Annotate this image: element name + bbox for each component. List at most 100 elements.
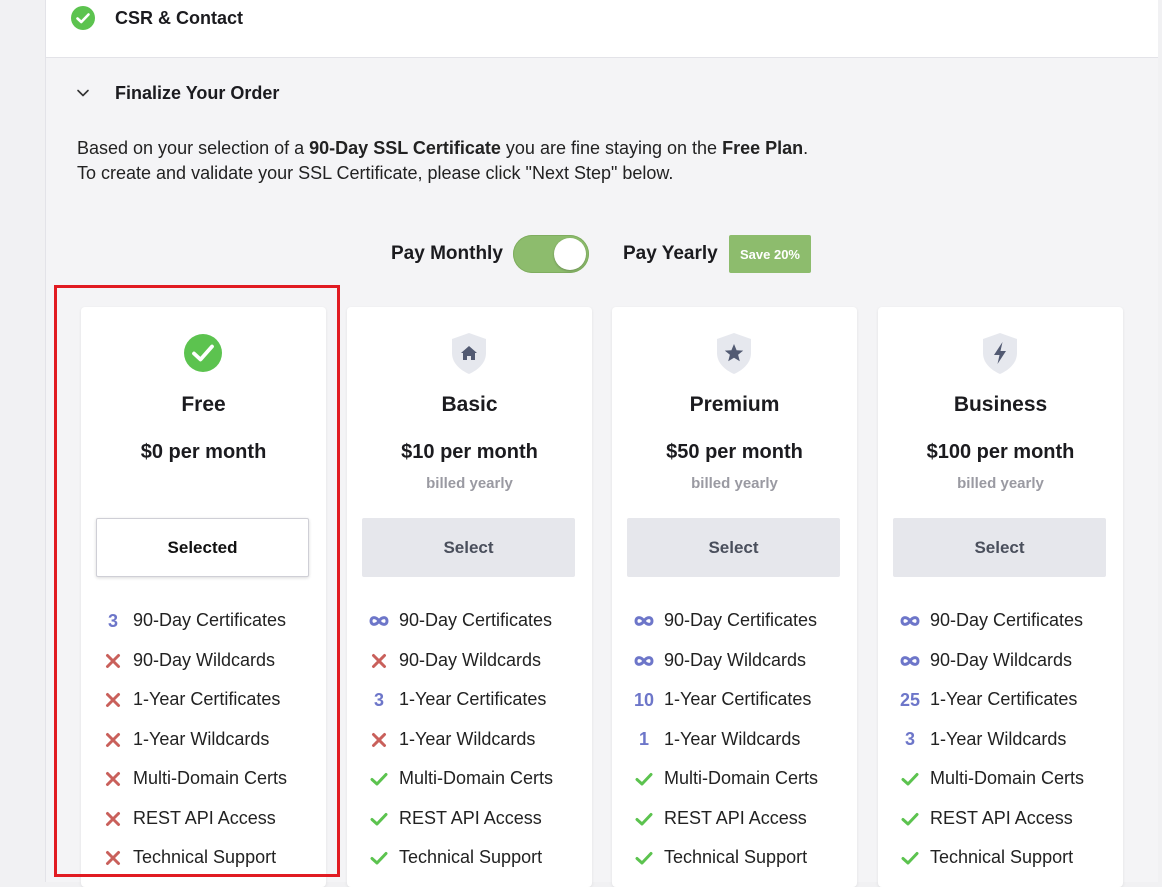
check-icon	[367, 767, 391, 791]
feature-label: REST API Access	[133, 807, 276, 828]
toggle-knob[interactable]	[554, 238, 586, 270]
plan-card-premium: Premium $50 per month billed yearly Sele…	[612, 307, 857, 887]
infinity-icon	[898, 609, 922, 633]
feature-item: 25 1-Year Certificates	[878, 686, 1123, 726]
desc-text: Based on your selection of a	[77, 138, 310, 158]
step-csr-contact[interactable]: CSR & Contact	[46, 0, 1158, 58]
check-icon	[367, 846, 391, 870]
check-icon	[632, 807, 656, 831]
billing-toggle-row: Pay Monthly Pay Yearly Save 20%	[46, 233, 1158, 275]
step-title-finalize[interactable]: Finalize Your Order	[115, 83, 279, 104]
infinity-icon	[632, 649, 656, 673]
description-line-1: Based on your selection of a 90-Day SSL …	[77, 136, 808, 161]
feature-list: 90-Day Certificates 90-Day Wildcards 10 1-Y…	[612, 607, 857, 884]
pay-yearly-label[interactable]: Pay Yearly	[623, 243, 718, 265]
step-title-done: CSR & Contact	[115, 8, 244, 28]
shield-bolt-icon	[983, 333, 1017, 374]
save-badge: Save 20%	[729, 235, 811, 273]
feature-label: 1-Year Certificates	[399, 689, 547, 709]
plan-name: Business	[953, 393, 1048, 416]
check-icon	[632, 767, 656, 791]
cross-icon	[367, 649, 391, 673]
cross-icon	[101, 728, 125, 752]
plan-price: $10 per month	[401, 441, 538, 463]
feature-count: 10	[633, 689, 655, 710]
feature-item: Multi-Domain Certs	[612, 765, 857, 805]
feature-label: 90-Day Wildcards	[664, 649, 807, 670]
feature-label: 1-Year Certificates	[930, 689, 1078, 709]
feature-label: REST API Access	[664, 807, 807, 828]
feature-item: 1-Year Wildcards	[81, 726, 326, 766]
cross-icon	[101, 767, 125, 791]
cross-icon	[101, 649, 125, 673]
feature-label: 1-Year Wildcards	[399, 728, 536, 749]
feature-label: Multi-Domain Certs	[930, 768, 1085, 788]
feature-list: 90-Day Certificates 90-Day Wildcards 3 1-Ye…	[347, 607, 592, 884]
feature-label: 1-Year Certificates	[664, 689, 812, 709]
check-circle-icon	[71, 6, 95, 30]
feature-label: Multi-Domain Certs	[399, 768, 554, 788]
selected-button[interactable]: Selected	[96, 518, 309, 577]
plan-name: Free	[181, 393, 226, 416]
feature-label: Technical Support	[664, 847, 808, 867]
feature-label: 90-Day Certificates	[930, 610, 1084, 630]
feature-label: Technical Support	[133, 847, 277, 867]
plan-price: $50 per month	[666, 441, 803, 463]
feature-label: Multi-Domain Certs	[664, 768, 819, 788]
feature-item: 90-Day Certificates	[612, 607, 857, 647]
feature-label: REST API Access	[399, 807, 542, 828]
check-icon	[367, 807, 391, 831]
feature-label: 1-Year Certificates	[133, 689, 281, 709]
select-button-premium[interactable]: Select	[627, 518, 840, 577]
plan-price: $100 per month	[926, 441, 1075, 463]
shield-star-icon	[717, 333, 751, 374]
feature-item: 1 1-Year Wildcards	[612, 726, 857, 766]
feature-item: REST API Access	[347, 805, 592, 845]
feature-count: 3	[107, 610, 118, 631]
feature-item: 3 1-Year Certificates	[347, 686, 592, 726]
select-button-business[interactable]: Select	[893, 518, 1106, 577]
feature-item: Technical Support	[347, 844, 592, 884]
pay-monthly-label[interactable]: Pay Monthly	[391, 243, 503, 265]
desc-text: .	[803, 138, 809, 158]
feature-item: 90-Day Wildcards	[81, 647, 326, 687]
feature-item: 90-Day Wildcards	[347, 647, 592, 687]
infinity-icon	[632, 609, 656, 633]
infinity-icon	[367, 609, 391, 633]
description-line-2: To create and validate your SSL Certific…	[77, 163, 674, 183]
select-button-basic[interactable]: Select	[362, 518, 575, 577]
desc-text: you are fine staying on the	[500, 138, 723, 158]
billing-toggle[interactable]	[513, 235, 589, 273]
check-icon	[898, 767, 922, 791]
feature-item: Multi-Domain Certs	[81, 765, 326, 805]
feature-label: Technical Support	[399, 847, 543, 867]
feature-list: 3 90-Day Certificates 90-Day Wildcards 1-Ye…	[81, 607, 326, 884]
check-circle-icon	[184, 334, 222, 372]
cross-icon	[101, 807, 125, 831]
plan-billing: billed yearly	[957, 475, 1044, 492]
plan-card-business: Business $100 per month billed yearly Se…	[878, 307, 1123, 887]
feature-count: 3	[904, 729, 915, 749]
chevron-down-icon[interactable]	[76, 86, 90, 100]
plan-name: Premium	[689, 393, 780, 416]
feature-item: 3 1-Year Wildcards	[878, 726, 1123, 766]
cross-icon	[101, 846, 125, 870]
shield-home-icon	[452, 333, 486, 374]
feature-label: 1-Year Wildcards	[133, 728, 270, 749]
feature-item: 3 90-Day Certificates	[81, 607, 326, 647]
feature-label: 90-Day Certificates	[399, 610, 553, 630]
plan-billing: billed yearly	[691, 475, 778, 492]
feature-count: 1	[638, 729, 649, 749]
order-panel: CSR & Contact Finalize Your Order Based …	[45, 0, 1158, 887]
feature-label: 1-Year Wildcards	[930, 728, 1067, 749]
feature-label: Technical Support	[930, 847, 1074, 867]
plan-price: $0 per month	[140, 441, 267, 463]
feature-label: 90-Day Wildcards	[930, 649, 1073, 670]
feature-label: 90-Day Wildcards	[133, 649, 276, 670]
feature-item: Multi-Domain Certs	[878, 765, 1123, 805]
feature-item: 90-Day Certificates	[347, 607, 592, 647]
cross-icon	[367, 728, 391, 752]
feature-item: Technical Support	[612, 844, 857, 884]
feature-item: REST API Access	[878, 805, 1123, 845]
infinity-icon	[898, 649, 922, 673]
